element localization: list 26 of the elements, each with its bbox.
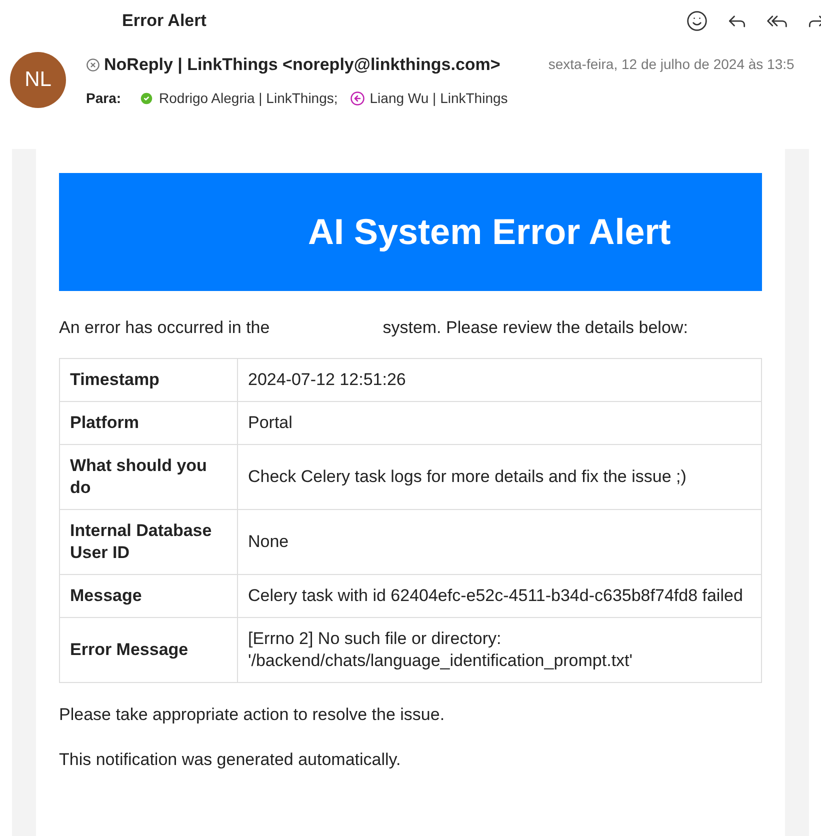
footer-text: Please take appropriate action to resolve the issue. — [59, 704, 446, 726]
table-cell: Internal Database User ID — [60, 510, 238, 574]
table-cell: Portal — [238, 402, 762, 444]
recipient-name[interactable]: Rodrigo Alegria | LinkThings; — [159, 88, 338, 108]
email-date: sexta-feira, 12 de julho de 2024 às 13:5 — [548, 55, 794, 74]
intro-text: An error has occurred in the — [59, 316, 270, 338]
table-cell: What should you do — [60, 444, 238, 510]
table-cell: 2024-07-12 12:51:26 — [238, 358, 762, 402]
to-label: Para: — [86, 88, 122, 108]
smile-icon[interactable] — [686, 10, 708, 32]
footer-text: This notification was generated automatically. — [59, 748, 402, 770]
table-cell: None — [238, 510, 762, 574]
email-subject: Error Alert — [122, 10, 208, 32]
sender-name: NoReply | LinkThings <noreply@linkthings.com> — [104, 54, 500, 76]
table-cell: Platform — [60, 402, 238, 444]
banner-title: AI System Error Alert — [308, 210, 671, 254]
table-cell: Message — [60, 574, 238, 618]
table-cell: Error Message — [60, 618, 238, 682]
avatar: NL — [10, 52, 66, 108]
intro-text: system. Please review the details below: — [382, 316, 688, 338]
table-cell: Timestamp — [60, 358, 238, 402]
recipient-name[interactable]: Liang Wu | LinkThings — [370, 88, 508, 108]
status-icon — [86, 58, 100, 72]
table-cell: Check Celery task logs for more details and fix the issue ;) — [238, 444, 762, 510]
table-cell: Celery task with id 62404efc-e52c-4511-b34d-c635b8f74fd8 failed — [238, 574, 762, 618]
table-cell: [Errno 2] No such file or directory: '/backend/chats/language_identification_prompt.txt' — [238, 618, 762, 682]
